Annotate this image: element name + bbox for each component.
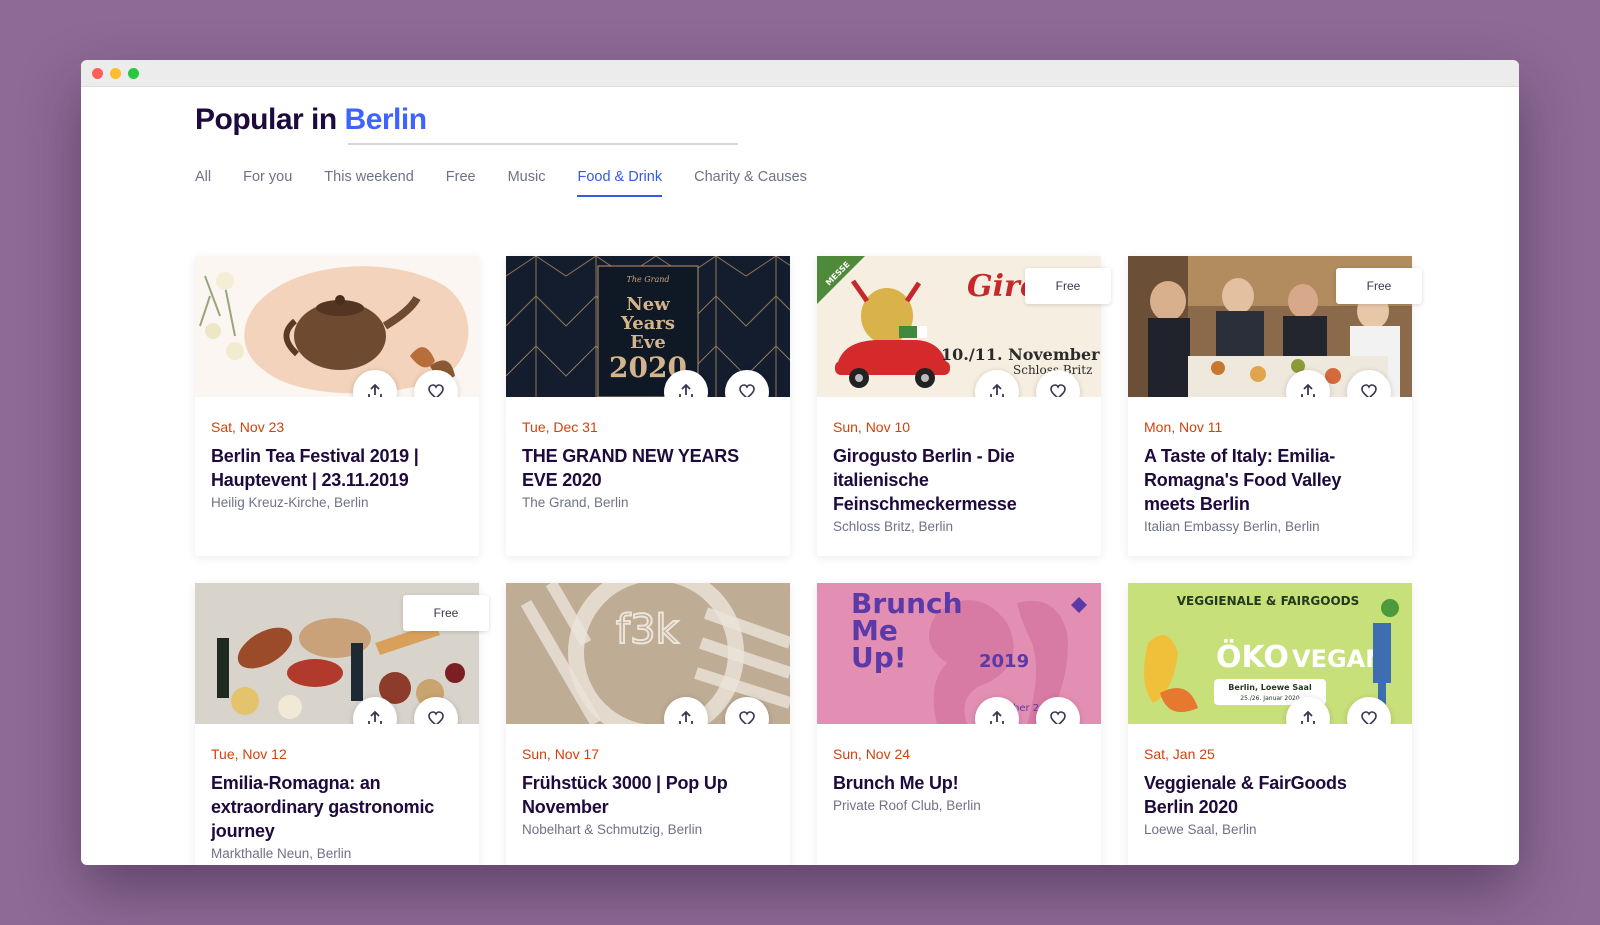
heart-icon xyxy=(739,711,755,724)
event-date: Sat, Nov 23 xyxy=(211,419,285,435)
browser-window: Popular in Berlin All For you This weeke… xyxy=(81,60,1519,865)
event-venue: Private Roof Club, Berlin xyxy=(833,798,981,813)
veggienale-vegan-text: VEGAN xyxy=(1292,645,1385,673)
event-card[interactable]: f3k Sun, Nov 17 Frühstück 3000 | Pop Up … xyxy=(506,583,790,865)
brunch-title-line3: Up! xyxy=(851,641,907,674)
event-date: Mon, Nov 11 xyxy=(1144,419,1223,435)
heart-icon xyxy=(1361,384,1377,397)
event-venue: Nobelhart & Schmutzig, Berlin xyxy=(522,822,703,837)
share-upload-icon xyxy=(368,383,382,397)
tab-this-weekend[interactable]: This weekend xyxy=(324,169,413,197)
event-image-brunch: Brunch Me Up! 2019 ber 2 xyxy=(817,583,1101,724)
event-venue: Schloss Britz, Berlin xyxy=(833,519,954,534)
heart-icon xyxy=(1050,384,1066,397)
event-date: Tue, Nov 12 xyxy=(211,746,287,762)
event-title[interactable]: Emilia-Romagna: an extraordinary gastron… xyxy=(211,771,463,843)
event-card[interactable]: Free Mon, Nov 11 A Taste of Italy: Emili… xyxy=(1128,256,1422,556)
event-card[interactable]: Sat, Nov 23 Berlin Tea Festival 2019 | H… xyxy=(195,256,479,556)
event-card[interactable]: Brunch Me Up! 2019 ber 2 Sun, Nov 24 Bru… xyxy=(817,583,1101,865)
veggienale-date-text: 25./26. Januar 2020 xyxy=(1240,695,1300,702)
event-venue: Loewe Saal, Berlin xyxy=(1144,822,1257,837)
brunch-year-text: 2019 xyxy=(979,651,1029,672)
event-venue: Heilig Kreuz-Kirche, Berlin xyxy=(211,495,369,510)
heart-icon xyxy=(739,384,755,397)
city-selector[interactable]: Berlin xyxy=(345,103,428,136)
nye-new-text: New xyxy=(626,294,670,315)
event-title[interactable]: THE GRAND NEW YEARS EVE 2020 xyxy=(522,444,774,492)
event-date: Sun, Nov 10 xyxy=(833,419,911,435)
share-upload-icon xyxy=(679,710,693,724)
city-input-underline xyxy=(348,143,738,145)
nye-years-text: Years xyxy=(620,313,675,334)
share-upload-icon xyxy=(990,710,1004,724)
tab-all[interactable]: All xyxy=(195,169,211,197)
share-upload-icon xyxy=(368,710,382,724)
f3k-logo-text: f3k xyxy=(616,607,680,653)
event-date: Sat, Jan 25 xyxy=(1144,746,1215,762)
tab-charity-and-causes[interactable]: Charity & Causes xyxy=(694,169,807,197)
maximize-window-button[interactable] xyxy=(128,67,139,79)
nye-brand-text: The Grand xyxy=(626,275,669,284)
veggienale-oeko-text: ÖKO xyxy=(1216,638,1289,675)
free-badge: Free xyxy=(403,595,489,631)
tab-for-you[interactable]: For you xyxy=(243,169,292,197)
event-date: Tue, Dec 31 xyxy=(522,419,598,435)
event-venue: Italian Embassy Berlin, Berlin xyxy=(1144,519,1320,534)
event-card[interactable]: Free Tue, Nov 12 Emilia-Romagna: an extr… xyxy=(195,583,489,865)
event-venue: The Grand, Berlin xyxy=(522,495,629,510)
share-upload-icon xyxy=(1301,383,1315,397)
event-date: Sun, Nov 17 xyxy=(522,746,600,762)
girogusto-date-text: 10./11. November xyxy=(941,345,1100,364)
category-tabs: All For you This weekend Free Music Food… xyxy=(195,169,839,197)
event-venue: Markthalle Neun, Berlin xyxy=(211,846,352,861)
event-date: Sun, Nov 24 xyxy=(833,746,911,762)
event-title[interactable]: Berlin Tea Festival 2019 | Hauptevent | … xyxy=(211,444,463,492)
event-title[interactable]: Girogusto Berlin - Die italienische Fein… xyxy=(833,444,1085,516)
tab-food-and-drink[interactable]: Food & Drink xyxy=(577,169,663,197)
share-upload-icon xyxy=(990,383,1004,397)
heart-icon xyxy=(428,384,444,397)
title-bar xyxy=(81,60,1519,87)
event-card[interactable]: The Grand New Years Eve 2020 Tue, Dec 31 xyxy=(506,256,790,556)
veggienale-header-text: VEGGIENALE & FAIRGOODS xyxy=(1177,594,1360,608)
page-title: Popular in Berlin xyxy=(195,103,427,137)
heading-prefix: Popular in xyxy=(195,103,337,136)
veggienale-venue-text: Berlin, Loewe Saal xyxy=(1228,683,1312,692)
heart-icon xyxy=(428,711,444,724)
event-card[interactable]: MESSE Giro 10./11. November Schloss Brit… xyxy=(817,256,1111,556)
close-window-button[interactable] xyxy=(92,67,103,79)
event-title[interactable]: A Taste of Italy: Emilia-Romagna's Food … xyxy=(1144,444,1396,516)
free-badge: Free xyxy=(1336,268,1422,304)
minimize-window-button[interactable] xyxy=(110,67,121,79)
event-image-new-years-eve: The Grand New Years Eve 2020 xyxy=(506,256,790,397)
event-title[interactable]: Veggienale & FairGoods Berlin 2020 xyxy=(1144,771,1396,819)
tab-free[interactable]: Free xyxy=(446,169,476,197)
heart-icon xyxy=(1361,711,1377,724)
event-image-teapot xyxy=(195,256,479,397)
event-title[interactable]: Brunch Me Up! xyxy=(833,771,1085,795)
event-image-f3k: f3k xyxy=(506,583,790,724)
heart-icon xyxy=(1050,711,1066,724)
nye-eve-text: Eve xyxy=(630,332,666,353)
event-card[interactable]: VEGGIENALE & FAIRGOODS ÖKO VEGAN Berlin,… xyxy=(1128,583,1412,865)
event-image-veggienale: VEGGIENALE & FAIRGOODS ÖKO VEGAN Berlin,… xyxy=(1128,583,1412,724)
event-title[interactable]: Frühstück 3000 | Pop Up November xyxy=(522,771,774,819)
share-upload-icon xyxy=(679,383,693,397)
page-content: Popular in Berlin All For you This weeke… xyxy=(81,87,1519,865)
free-badge: Free xyxy=(1025,268,1111,304)
share-upload-icon xyxy=(1301,710,1315,724)
tab-music[interactable]: Music xyxy=(508,169,546,197)
